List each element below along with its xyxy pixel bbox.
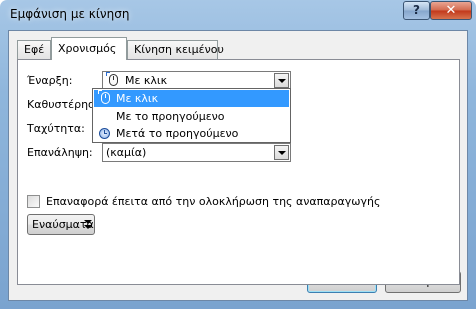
repeat-label: Επανάληψη: bbox=[27, 146, 93, 159]
option-after-previous[interactable]: Μετά το προηγούμενο bbox=[94, 125, 289, 142]
tab-effects[interactable]: Εφέ bbox=[17, 40, 51, 59]
option-label: Μετά το προηγούμενο bbox=[116, 127, 239, 140]
repeat-combo[interactable]: (καμία) bbox=[102, 143, 291, 162]
title-bar[interactable]: Εμφάνιση με κίνηση ? ✕ bbox=[0, 0, 476, 28]
clock-icon bbox=[99, 128, 110, 139]
rewind-checkbox[interactable] bbox=[27, 195, 40, 208]
triggers-button[interactable]: Εναύσματα bbox=[27, 214, 95, 235]
help-button[interactable]: ? bbox=[403, 1, 430, 20]
speed-label: Ταχύτητα: bbox=[27, 122, 85, 135]
dialog-window: Εμφάνιση με κίνηση ? ✕ Εφέ Χρονισμός Κίν… bbox=[0, 0, 476, 309]
rewind-label[interactable]: Επαναφορά έπειτα από την ολοκλήρωση της … bbox=[46, 195, 380, 208]
start-label: Έναρξη: bbox=[27, 74, 73, 87]
option-with-previous[interactable]: Με το προηγούμενο bbox=[94, 108, 289, 125]
repeat-value: (καμία) bbox=[106, 146, 147, 159]
dialog-title: Εμφάνιση με κίνηση bbox=[10, 7, 130, 21]
chevron-down-icon[interactable] bbox=[274, 145, 289, 160]
option-on-click[interactable]: Με κλικ bbox=[94, 90, 289, 107]
option-label: Με το προηγούμενο bbox=[116, 110, 225, 123]
mouse-click-icon bbox=[106, 72, 118, 86]
double-chevron-down-icon bbox=[84, 219, 92, 230]
start-dropdown-list: Με κλικ Με το προηγούμενο Μετά το προηγο… bbox=[92, 88, 291, 143]
mouse-click-icon bbox=[98, 90, 110, 104]
dialog-client: Εφέ Χρονισμός Κίνηση κειμένου Έναρξη: Με… bbox=[8, 30, 468, 301]
close-button[interactable]: ✕ bbox=[430, 1, 472, 20]
start-value: Με κλικ bbox=[125, 74, 168, 87]
tab-timing[interactable]: Χρονισμός bbox=[51, 37, 127, 60]
chevron-down-icon[interactable] bbox=[274, 73, 289, 88]
option-label: Με κλικ bbox=[116, 92, 159, 105]
tab-text-animation[interactable]: Κίνηση κειμένου bbox=[127, 40, 224, 59]
